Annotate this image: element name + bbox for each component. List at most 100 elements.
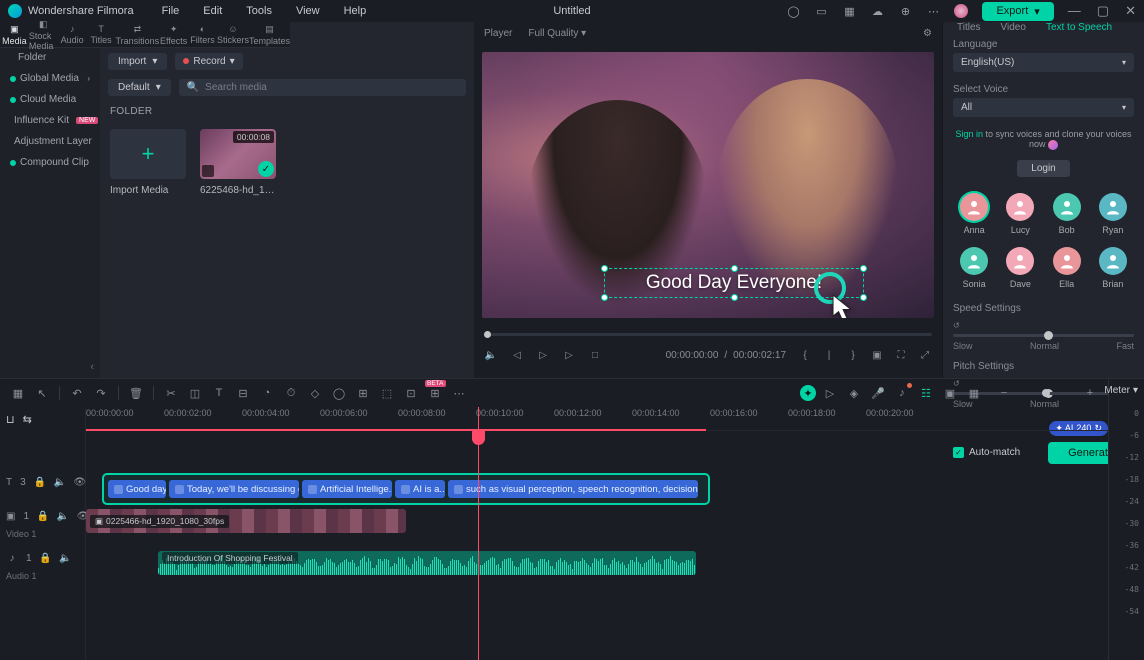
- resize-handle[interactable]: [601, 265, 608, 272]
- mute-icon[interactable]: 🔈: [60, 552, 72, 564]
- sidebar-item-adjustment-layer[interactable]: Adjustment Layer: [0, 131, 100, 152]
- timeline-tracks[interactable]: 00:00:00:0000:00:02:0000:00:04:0000:00:0…: [86, 407, 1108, 660]
- text-clip[interactable]: Today, we'll be discussing one o...: [169, 480, 299, 498]
- stop-button[interactable]: □: [588, 348, 602, 362]
- tab-media[interactable]: ▣Media: [0, 22, 29, 47]
- text-button[interactable]: T: [209, 383, 229, 403]
- resize-handle[interactable]: [860, 265, 867, 272]
- preview-tab-quality[interactable]: Full Quality ▾: [528, 28, 586, 39]
- menu-file[interactable]: File: [162, 5, 180, 17]
- mask-button[interactable]: ◯: [329, 383, 349, 403]
- menu-view[interactable]: View: [296, 5, 320, 17]
- search-input[interactable]: 🔍Search media: [179, 79, 466, 96]
- marker-button[interactable]: ◈: [844, 383, 864, 403]
- window-close-button[interactable]: ✕: [1125, 3, 1136, 19]
- next-frame-button[interactable]: ▷: [562, 348, 576, 362]
- signin-link[interactable]: Sign in: [955, 129, 983, 139]
- split-button[interactable]: ✂: [161, 383, 181, 403]
- text-clip[interactable]: AI is a...: [395, 480, 445, 498]
- sidebar-item-influence-kit[interactable]: Influence KitNEW: [0, 110, 100, 131]
- voice-option[interactable]: Ryan: [1094, 193, 1132, 235]
- text-track-header[interactable]: T3 🔒 🔈 👁: [0, 469, 85, 495]
- window-minimize-button[interactable]: —: [1068, 3, 1081, 19]
- tool-button[interactable]: ▷: [820, 383, 840, 403]
- voice-filter-select[interactable]: All▾: [953, 98, 1134, 117]
- adjust-button[interactable]: ⊟: [233, 383, 253, 403]
- link-icon[interactable]: ⇆: [23, 413, 32, 426]
- menu-edit[interactable]: Edit: [203, 5, 222, 17]
- audio-track-header[interactable]: ♪1 🔒 🔈: [0, 545, 85, 571]
- audio-button[interactable]: ♪: [892, 383, 912, 403]
- record-button[interactable]: Record▾: [175, 53, 242, 70]
- meter-label[interactable]: Meter▾: [1104, 385, 1138, 396]
- menu-help[interactable]: Help: [344, 5, 367, 17]
- video-clip[interactable]: ▣0225466-hd_1920_1080_30fps: [86, 509, 406, 533]
- sidebar-item-compound-clip[interactable]: Compound Clip: [0, 152, 100, 173]
- more-tools-button[interactable]: ⋯: [449, 383, 469, 403]
- zoom-in-button[interactable]: +: [1080, 383, 1100, 403]
- voice-option[interactable]: Brian: [1094, 247, 1132, 289]
- video-track-header[interactable]: ▣1 🔒 🔈 👁: [0, 503, 85, 529]
- language-select[interactable]: English(US)▾: [953, 53, 1134, 72]
- import-button[interactable]: Import▾: [108, 53, 167, 70]
- undo-button[interactable]: ↶: [67, 383, 87, 403]
- time-ruler[interactable]: 00:00:00:0000:00:02:0000:00:04:0000:00:0…: [86, 407, 1108, 431]
- menu-tools[interactable]: Tools: [246, 5, 272, 17]
- preview-canvas[interactable]: Good Day Everyone!: [482, 52, 934, 318]
- slider-reset-icon[interactable]: ↺: [953, 321, 1134, 330]
- visibility-icon[interactable]: 👁: [74, 476, 86, 488]
- collapse-sidebar-button[interactable]: ‹: [0, 356, 100, 378]
- media-clip-tile[interactable]: 00:00:08 ✓ 6225468-hd_1920_1...: [200, 129, 276, 196]
- playhead-handle[interactable]: [472, 429, 485, 445]
- fit-button[interactable]: ⛶: [894, 348, 908, 362]
- voice-option[interactable]: Bob: [1048, 193, 1086, 235]
- zoom-slider[interactable]: [1020, 392, 1074, 395]
- right-tab-video[interactable]: Video: [991, 22, 1036, 33]
- mic-button[interactable]: 🎤: [868, 383, 888, 403]
- resize-handle[interactable]: [731, 265, 738, 272]
- cloud-icon[interactable]: ☁: [870, 4, 884, 18]
- lock-icon[interactable]: 🔒: [34, 476, 46, 488]
- export-button[interactable]: Export ▾: [982, 2, 1053, 21]
- voice-option[interactable]: Dave: [1001, 247, 1039, 289]
- tab-titles[interactable]: TTitles: [87, 22, 116, 47]
- preview-settings-icon[interactable]: ⚙: [923, 28, 932, 39]
- mark-in-button[interactable]: {: [798, 348, 812, 362]
- tab-audio[interactable]: ♪Audio: [58, 22, 87, 47]
- preview-tab-player[interactable]: Player: [484, 28, 512, 39]
- playhead[interactable]: [478, 407, 479, 660]
- slider-thumb[interactable]: [1044, 331, 1053, 340]
- lock-icon[interactable]: 🔒: [40, 552, 52, 564]
- text-clip[interactable]: Artificial Intellige...: [302, 480, 392, 498]
- voice-option[interactable]: Sonia: [955, 247, 993, 289]
- grid-icon[interactable]: ▦: [8, 383, 28, 403]
- slider-thumb[interactable]: [1042, 389, 1050, 397]
- voice-option[interactable]: Lucy: [1001, 193, 1039, 235]
- preview-scrubber[interactable]: [484, 333, 932, 336]
- volume-icon[interactable]: 🔈: [484, 348, 498, 362]
- ai-tool-button[interactable]: ✦: [800, 385, 816, 401]
- delete-button[interactable]: 🗑: [126, 383, 146, 403]
- snapshot-icon[interactable]: ▦: [842, 4, 856, 18]
- text-clip[interactable]: such as visual perception, speech recogn…: [448, 480, 698, 498]
- login-button[interactable]: Login: [1017, 160, 1069, 177]
- text-clip-group[interactable]: Good day ...Today, we'll be discussing o…: [102, 473, 710, 505]
- resize-handle[interactable]: [601, 294, 608, 301]
- import-media-tile[interactable]: + Import Media: [110, 129, 186, 196]
- render-button[interactable]: ▦: [964, 383, 984, 403]
- sidebar-item-global-media[interactable]: Global Media›: [0, 68, 100, 89]
- magnet-icon[interactable]: ⊔: [6, 413, 15, 426]
- sort-select[interactable]: Default▾: [108, 79, 171, 96]
- tab-stickers[interactable]: ☺Stickers: [217, 22, 249, 47]
- help-icon[interactable]: ⊕: [898, 4, 912, 18]
- crop-button[interactable]: ◫: [185, 383, 205, 403]
- tab-templates[interactable]: ▤Templates: [249, 22, 290, 47]
- tool-button[interactable]: ⊞BETA: [425, 383, 445, 403]
- mark-center-button[interactable]: |: [822, 348, 836, 362]
- user-avatar-icon[interactable]: [954, 4, 968, 18]
- snapshot-button[interactable]: ▣: [870, 348, 884, 362]
- right-tab-tts[interactable]: Text to Speech: [1036, 22, 1122, 33]
- window-maximize-button[interactable]: ▢: [1097, 3, 1109, 19]
- text-clip[interactable]: Good day ...: [108, 480, 166, 498]
- prev-frame-button[interactable]: ◁: [510, 348, 524, 362]
